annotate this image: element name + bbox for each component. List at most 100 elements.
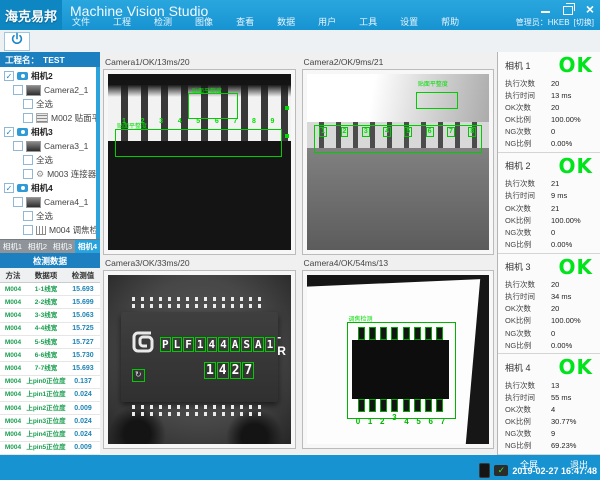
stat-value: 13 ms xyxy=(551,91,571,100)
roi-box xyxy=(416,92,458,109)
tree-item-label: 全选 xyxy=(36,210,53,222)
menu-item[interactable]: 用户 xyxy=(318,15,336,28)
stat-row: 执行时间34 ms xyxy=(505,291,593,303)
tab-相机2[interactable]: 相机2 xyxy=(25,240,50,253)
menu-item[interactable]: 数据 xyxy=(277,15,295,28)
checkbox[interactable] xyxy=(13,197,23,207)
camera-name: 相机 1 xyxy=(505,59,531,72)
table-row[interactable]: M0044-4线宽15.725 xyxy=(0,323,100,336)
tree-item[interactable]: M004 调焦检测 xyxy=(0,223,100,237)
camera1-view[interactable]: 123456789 贴面平整度 贴面平整度 xyxy=(103,69,296,255)
table-row[interactable]: M0042-2线宽15.699 xyxy=(0,296,100,309)
menu-item[interactable]: 工具 xyxy=(359,15,377,28)
stat-label: NG比例 xyxy=(505,239,551,250)
table-row[interactable]: M004上pin1正位度0.024 xyxy=(0,389,100,402)
stat-label: NG次数 xyxy=(505,126,551,137)
table-row[interactable]: M0046-6线宽15.730 xyxy=(0,349,100,362)
stat-row: 执行次数21 xyxy=(505,178,593,190)
checkbox[interactable] xyxy=(23,113,33,123)
tree-item[interactable]: ✓相机4 xyxy=(0,181,100,195)
item-cell: 上pin5正位度 xyxy=(26,444,66,451)
method-cell: M004 xyxy=(0,365,26,372)
roi-label: 贴面平整度 xyxy=(418,79,448,88)
overlay-number: 6 xyxy=(426,127,434,137)
menu-item[interactable]: 帮助 xyxy=(441,15,459,28)
cam2-numbers: 12345678 xyxy=(319,127,476,137)
item-cell: 5-5线宽 xyxy=(26,339,66,346)
checkbox[interactable] xyxy=(13,85,23,95)
tree-item[interactable]: ✓相机3 xyxy=(0,125,100,139)
tab-相机1[interactable]: 相机1 xyxy=(0,240,25,253)
camera2-view[interactable]: 12345678 贴面平整度 xyxy=(302,69,495,255)
stat-label: OK比例 xyxy=(505,416,551,427)
tree-item[interactable]: Camera2_1 xyxy=(0,83,100,97)
menu-item[interactable]: 检测 xyxy=(154,15,172,28)
tree-item[interactable]: Camera4_1 xyxy=(0,195,100,209)
restore-icon[interactable] xyxy=(563,6,573,15)
chip-text-suffix: -R xyxy=(277,330,286,358)
value-cell: 15.730 xyxy=(66,352,100,359)
checkbox[interactable] xyxy=(23,225,33,235)
table-row[interactable]: M004上pin2正位度0.009 xyxy=(0,402,100,415)
table-row[interactable]: M0047-7线宽15.693 xyxy=(0,362,100,375)
table-row[interactable]: M004上pin4正位度0.024 xyxy=(0,429,100,442)
stat-label: NG次数 xyxy=(505,227,551,238)
overlay-number: 5 xyxy=(196,118,200,125)
tree-item[interactable]: 全选 xyxy=(0,97,100,111)
table-row[interactable]: M004上pin3正位度0.024 xyxy=(0,415,100,428)
camera-icon xyxy=(17,184,28,192)
overlay-number: 3 xyxy=(159,118,163,125)
table-row[interactable]: M004上pin0正位度0.137 xyxy=(0,376,100,389)
stat-row: 执行次数20 xyxy=(505,77,593,89)
menu-item[interactable]: 图像 xyxy=(195,15,213,28)
menu-item[interactable]: 查看 xyxy=(236,15,254,28)
checkbox[interactable] xyxy=(23,169,33,179)
stat-label: OK比例 xyxy=(505,215,551,226)
switch-user-link[interactable]: [切换] xyxy=(574,17,594,28)
power-button[interactable] xyxy=(4,32,30,51)
bottombar: 全屏 退出 ✓ 2019-02-27 16:47:48 xyxy=(0,455,600,480)
table-row[interactable]: M004上pin5正位度0.009 xyxy=(0,442,100,455)
camera3-header: Camera3/OK/33ms/20 xyxy=(103,255,296,270)
toolbar xyxy=(0,30,600,53)
checkbox[interactable] xyxy=(23,155,33,165)
checkbox[interactable]: ✓ xyxy=(4,183,14,193)
tab-相机4[interactable]: 相机4 xyxy=(75,240,100,253)
chip-pins xyxy=(132,405,267,409)
image-thumb-icon xyxy=(26,197,41,208)
tree-item[interactable]: M002 贴面平整度 xyxy=(0,111,100,125)
table-row[interactable]: M0045-5线宽15.727 xyxy=(0,336,100,349)
tree-item[interactable]: ⚙M003 连接器字符 xyxy=(0,167,100,181)
value-cell: 0.024 xyxy=(66,391,100,398)
checkbox[interactable]: ✓ xyxy=(4,127,14,137)
menu-item[interactable]: 文件 xyxy=(72,15,90,28)
camera-stats-header: 相机 4OK xyxy=(505,358,593,376)
camera-stats-header: 相机 1OK xyxy=(505,56,593,74)
tree-item[interactable]: ✓相机2 xyxy=(0,69,100,83)
menu-item[interactable]: 工程 xyxy=(113,15,131,28)
checkbox[interactable]: ✓ xyxy=(4,71,14,81)
camera2-header: Camera2/OK/9ms/21 xyxy=(302,54,495,69)
minimize-icon[interactable] xyxy=(541,11,550,13)
table-row[interactable]: M0043-3线宽15.063 xyxy=(0,309,100,322)
camera4-view[interactable]: 调焦检测 01234567 xyxy=(302,270,495,449)
chip-body: PLF144ASA1-R 1427 ↻ xyxy=(121,312,278,402)
tree-item[interactable]: Camera3_1 xyxy=(0,139,100,153)
camera-stats-header: 相机 2OK xyxy=(505,157,593,175)
tab-相机3[interactable]: 相机3 xyxy=(50,240,75,253)
tree-item[interactable]: 全选 xyxy=(0,153,100,167)
camera3-view[interactable]: PLF144ASA1-R 1427 ↻ xyxy=(103,270,296,449)
checkbox[interactable] xyxy=(13,141,23,151)
close-icon[interactable]: × xyxy=(586,3,594,15)
checkbox[interactable] xyxy=(23,211,33,221)
cam4-numbers: 01234567 xyxy=(356,417,445,426)
checkbox[interactable] xyxy=(23,99,33,109)
image-thumb-icon xyxy=(26,85,41,96)
spiral-logo-icon xyxy=(130,328,158,361)
device-icon xyxy=(479,463,490,478)
table-row[interactable]: M0041-1线宽15.693 xyxy=(0,283,100,296)
brand-logo: 海克易邦 xyxy=(0,0,62,30)
tree-item[interactable]: 全选 xyxy=(0,209,100,223)
ocr-char: 1 xyxy=(195,337,206,352)
menu-item[interactable]: 设置 xyxy=(400,15,418,28)
